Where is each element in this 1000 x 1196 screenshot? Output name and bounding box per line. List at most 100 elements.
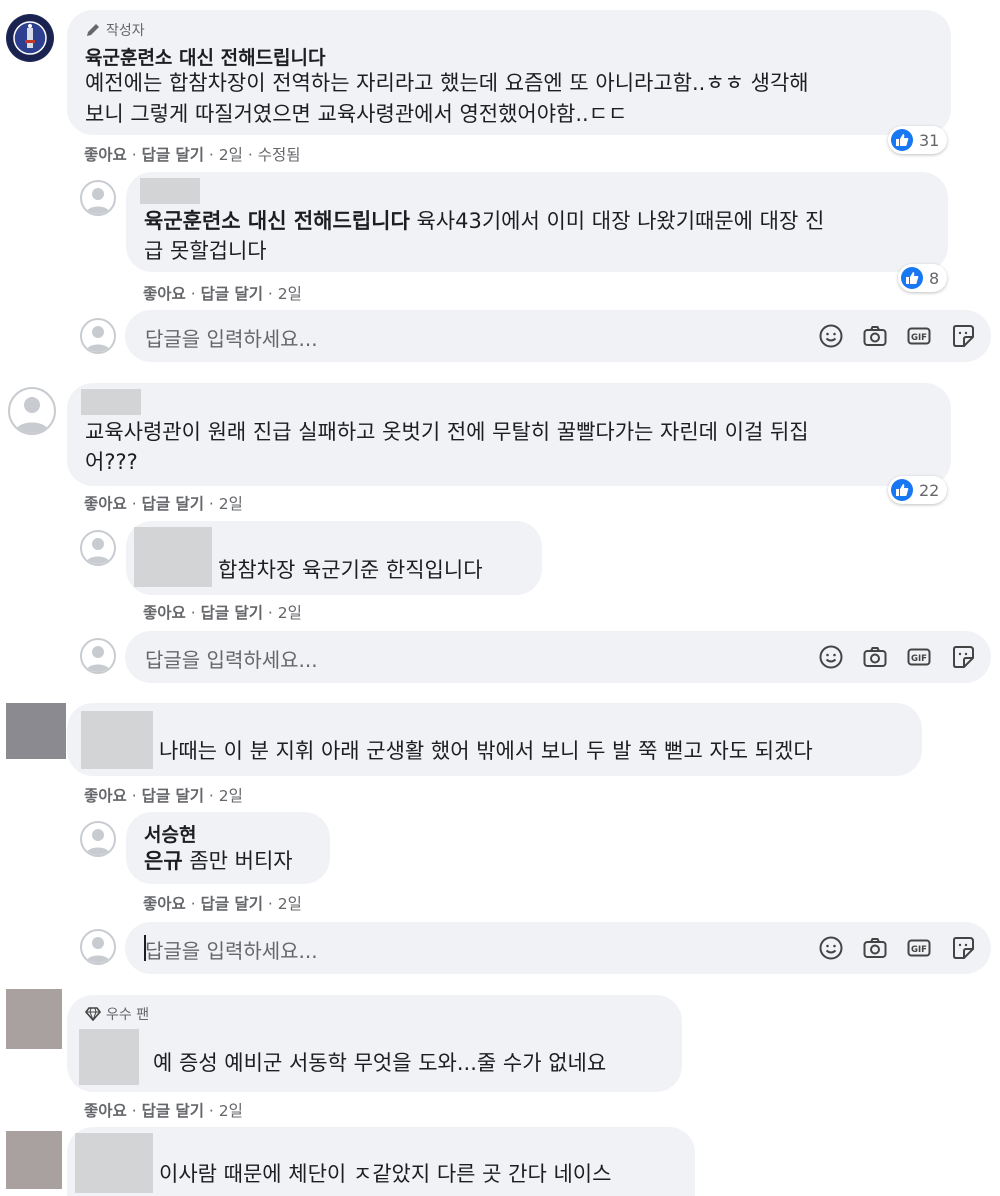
like-link[interactable]: 좋아요: [84, 787, 127, 805]
comment-text-line: 어???: [85, 450, 138, 474]
camera-icon[interactable]: [861, 322, 889, 350]
sticker-icon[interactable]: [949, 322, 977, 350]
reply-placeholder: 답글을 입력하세요...: [145, 648, 318, 672]
reply-placeholder: 답글을 입력하세요...: [145, 327, 318, 351]
like-link[interactable]: 좋아요: [143, 285, 186, 303]
reply-link[interactable]: 답글 달기: [201, 895, 263, 913]
gif-icon[interactable]: GIF: [905, 322, 933, 350]
like-link[interactable]: 좋아요: [143, 895, 186, 913]
svg-text:GIF: GIF: [911, 945, 927, 955]
like-icon: [891, 129, 913, 151]
svg-text:GIF: GIF: [911, 333, 927, 343]
comment-actions: 좋아요 · 답글 달기 · 2일: [84, 787, 243, 805]
reaction-number: 22: [919, 480, 940, 500]
army-logo-icon: [7, 15, 53, 61]
reply-bubble: 합참차장 육군기준 한직입니다: [126, 521, 542, 595]
camera-icon[interactable]: [861, 643, 889, 671]
my-avatar: [80, 638, 116, 674]
my-avatar: [80, 318, 116, 354]
comment-bubble: 우수 팬 예 증성 예비군 서동학 무엇을 도와...줄 수가 없네요: [67, 995, 682, 1092]
reaction-count[interactable]: 31: [888, 126, 948, 154]
reply-bubble: 육군훈련소 대신 전해드립니다 육사43기에서 이미 대장 나왔기때문에 대장 …: [126, 172, 948, 272]
sticker-icon[interactable]: [949, 934, 977, 962]
smile-icon[interactable]: [817, 643, 845, 671]
avatar[interactable]: [6, 1131, 62, 1189]
comment-bubble: 나때는 이 분 지휘 아래 군생활 했어 밖에서 보니 두 발 쭉 뻗고 자도 …: [67, 703, 922, 776]
reaction-count[interactable]: 8: [898, 264, 948, 292]
blurred-author-name: [81, 711, 153, 769]
comment-text: 예 증성 예비군 서동학 무엇을 도와...줄 수가 없네요: [153, 1051, 607, 1075]
comment-text-line: 교육사령관이 원래 진급 실패하고 옷벗기 전에 무탈히 꿀빨다가는 자린데 이…: [85, 420, 809, 444]
blurred-author-name: [81, 389, 141, 415]
sticker-icon[interactable]: [949, 643, 977, 671]
reply-actions: 좋아요 · 답글 달기 · 2일: [143, 895, 302, 913]
reply-link[interactable]: 답글 달기: [201, 604, 263, 622]
reply-bubble: 서승현 은규 좀만 버티자: [126, 812, 330, 884]
like-link[interactable]: 좋아요: [84, 1102, 127, 1120]
fan-badge-label: 우수 팬: [106, 1007, 150, 1023]
reply-text-line: 은규 좀만 버티자: [144, 846, 293, 877]
reply-placeholder: 답글을 입력하세요...: [145, 939, 318, 963]
pencil-icon: [87, 24, 99, 36]
like-link[interactable]: 좋아요: [143, 604, 186, 622]
reply-link[interactable]: 답글 달기: [142, 146, 204, 164]
comment-text-line: 보니 그렇게 따질거였으면 교육사령관에서 영전했어야함..ㄷㄷ: [85, 102, 628, 126]
reply-text: 육사43기에서 이미 대장 나왔기때문에 대장 진: [409, 209, 825, 233]
timestamp[interactable]: 2일: [219, 1102, 243, 1120]
blurred-author-name: [79, 1029, 139, 1085]
timestamp[interactable]: 2일: [278, 604, 302, 622]
reply-input[interactable]: 답글을 입력하세요... GIF: [125, 922, 991, 974]
reply-input[interactable]: 답글을 입력하세요... GIF: [125, 631, 991, 683]
timestamp[interactable]: 2일: [278, 285, 302, 303]
comment-actions: 좋아요 · 답글 달기 · 2일: [84, 1102, 243, 1120]
reply-link[interactable]: 답글 달기: [142, 1102, 204, 1120]
timestamp[interactable]: 2일: [219, 787, 243, 805]
my-avatar: [80, 929, 116, 965]
timestamp[interactable]: 2일: [219, 495, 243, 513]
smile-icon[interactable]: [817, 934, 845, 962]
reaction-number: 31: [919, 130, 940, 150]
comment-actions: 좋아요 · 답글 달기 · 2일 · 수정됨: [84, 146, 301, 164]
reaction-number: 8: [929, 268, 940, 288]
svg-text:GIF: GIF: [911, 654, 927, 664]
comment-actions: 좋아요 · 답글 달기 · 2일: [84, 495, 243, 513]
like-link[interactable]: 좋아요: [84, 495, 127, 513]
avatar[interactable]: [80, 530, 116, 566]
avatar[interactable]: [80, 821, 116, 857]
diamond-icon: [85, 1007, 101, 1021]
gif-icon[interactable]: GIF: [905, 934, 933, 962]
comment-bubble: 작성자 육군훈련소 대신 전해드립니다 예전에는 합참차장이 전역하는 자리라고…: [67, 10, 951, 135]
comment-text-line: 예전에는 합참차장이 전역하는 자리라고 했는데 요즘엔 또 아니라고함..ㅎㅎ…: [85, 71, 809, 95]
reply-input[interactable]: 답글을 입력하세요... GIF: [125, 310, 991, 362]
page-avatar-logo[interactable]: [6, 14, 54, 62]
comment-text: 나때는 이 분 지휘 아래 군생활 했어 밖에서 보니 두 발 쭉 뻗고 자도 …: [159, 739, 813, 763]
avatar[interactable]: [8, 387, 56, 435]
author-badge: 작성자: [85, 20, 145, 40]
comment-bubble: 교육사령관이 원래 진급 실패하고 옷벗기 전에 무탈히 꿀빨다가는 자린데 이…: [67, 383, 951, 486]
reply-link[interactable]: 답글 달기: [142, 787, 204, 805]
timestamp[interactable]: 2일: [219, 146, 243, 164]
like-icon: [891, 479, 913, 501]
reply-actions: 좋아요 · 답글 달기 · 2일: [143, 604, 302, 622]
avatar[interactable]: [6, 989, 62, 1049]
blurred-author-name: [75, 1133, 153, 1193]
blurred-author-name: [140, 178, 200, 204]
smile-icon[interactable]: [817, 322, 845, 350]
avatar[interactable]: [6, 703, 66, 759]
reply-link[interactable]: 답글 달기: [142, 495, 204, 513]
reply-actions: 좋아요 · 답글 달기 · 2일: [143, 285, 302, 303]
like-link[interactable]: 좋아요: [84, 146, 127, 164]
reaction-count[interactable]: 22: [888, 476, 948, 504]
reply-link[interactable]: 답글 달기: [201, 285, 263, 303]
gif-icon[interactable]: GIF: [905, 643, 933, 671]
like-icon: [901, 267, 923, 289]
avatar[interactable]: [80, 180, 116, 216]
edited-label: 수정됨: [257, 146, 301, 164]
camera-icon[interactable]: [861, 934, 889, 962]
reply-text: 합참차장 육군기준 한직입니다: [218, 558, 483, 582]
comment-bubble: 이사람 때문에 체단이 ㅈ같았지 다른 곳 간다 네이스: [67, 1127, 695, 1196]
reply-text-line: 급 못할겁니다: [144, 239, 267, 263]
mention-tag[interactable]: 은규: [144, 849, 183, 873]
mention-tag[interactable]: 육군훈련소 대신 전해드립니다: [144, 209, 410, 233]
timestamp[interactable]: 2일: [278, 895, 302, 913]
